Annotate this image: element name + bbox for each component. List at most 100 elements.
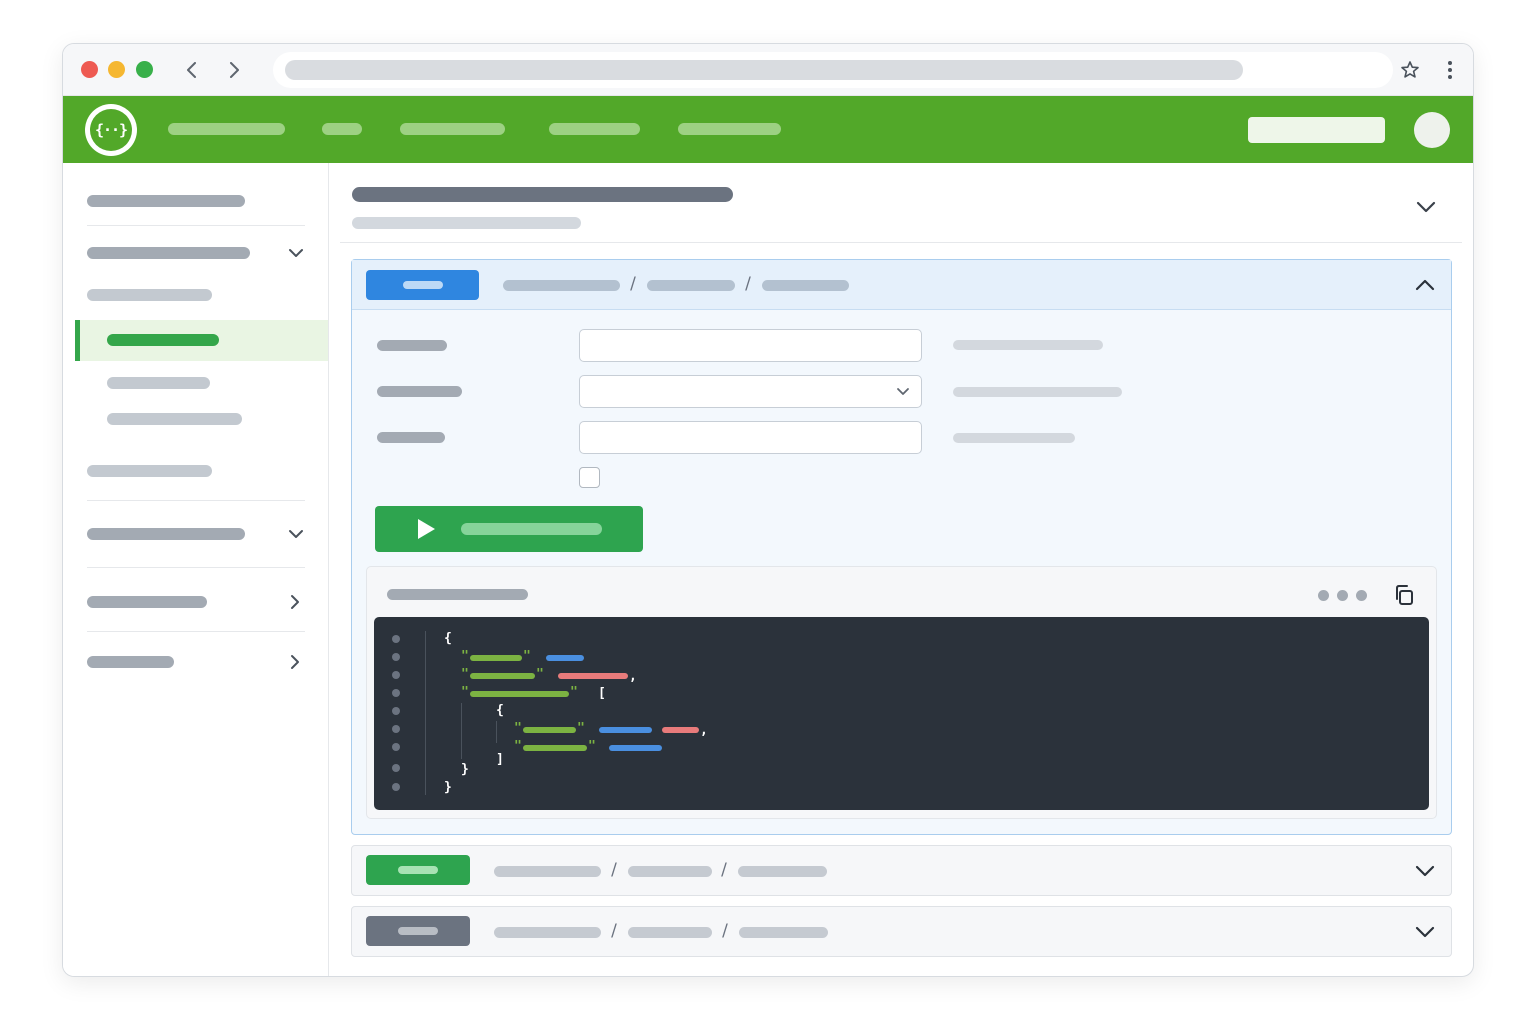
chevron-down-icon bbox=[1413, 859, 1437, 883]
close-window-button[interactable] bbox=[81, 61, 98, 78]
bookmark-button[interactable] bbox=[1397, 57, 1423, 83]
copy-button[interactable] bbox=[1392, 583, 1416, 607]
code-key bbox=[523, 745, 587, 751]
operation-header[interactable]: / / bbox=[352, 260, 1451, 310]
chevron-down-icon bbox=[287, 525, 305, 543]
path-separator: / bbox=[745, 274, 751, 294]
page-title bbox=[352, 187, 733, 202]
param-text-input[interactable] bbox=[579, 421, 922, 454]
code-value bbox=[558, 673, 628, 679]
code-quote: " bbox=[461, 649, 469, 664]
sidebar-divider bbox=[87, 225, 305, 226]
status-dot bbox=[1337, 590, 1348, 601]
nav-link-1[interactable] bbox=[168, 123, 285, 135]
sidebar-group-3[interactable] bbox=[63, 588, 328, 616]
browser-menu-button[interactable] bbox=[1437, 57, 1463, 83]
play-icon bbox=[418, 519, 435, 539]
path-segment bbox=[738, 866, 827, 877]
code-brace: { bbox=[444, 631, 452, 646]
indent-guide bbox=[425, 631, 426, 795]
code-key bbox=[470, 673, 535, 679]
chevron-right-icon bbox=[286, 593, 304, 611]
param-checkbox[interactable] bbox=[579, 467, 600, 488]
minimize-window-button[interactable] bbox=[108, 61, 125, 78]
code-key bbox=[470, 655, 522, 661]
copy-icon bbox=[1396, 585, 1413, 605]
zoom-window-button[interactable] bbox=[136, 61, 153, 78]
sidebar-item-label bbox=[107, 413, 242, 425]
code-quote: " bbox=[577, 721, 585, 736]
page-subtitle bbox=[352, 217, 581, 229]
method-label bbox=[398, 866, 438, 874]
nav-link-4[interactable] bbox=[549, 123, 640, 135]
forward-button[interactable] bbox=[221, 57, 247, 83]
sidebar-subitem-4[interactable] bbox=[63, 405, 328, 433]
sidebar bbox=[63, 163, 329, 976]
method-label bbox=[402, 281, 443, 289]
line-marker bbox=[392, 653, 400, 661]
operation-collapsed-3[interactable]: / / bbox=[351, 906, 1452, 957]
code-brace: { bbox=[496, 703, 504, 718]
nav-link-5[interactable] bbox=[678, 123, 781, 135]
code-comma: , bbox=[629, 669, 637, 684]
chevron-down-icon bbox=[1413, 920, 1437, 944]
braces-logo-icon: {··} bbox=[90, 109, 132, 151]
sidebar-group-2[interactable] bbox=[63, 520, 328, 548]
param-text-input[interactable] bbox=[579, 329, 922, 362]
divider bbox=[340, 242, 1462, 243]
code-quote: " bbox=[461, 667, 469, 682]
avatar[interactable] bbox=[1414, 112, 1450, 148]
code-quote: " bbox=[570, 685, 578, 700]
nav-link-2[interactable] bbox=[322, 123, 362, 135]
method-label bbox=[398, 927, 438, 935]
line-marker bbox=[392, 635, 400, 643]
sidebar-group-4[interactable] bbox=[63, 648, 328, 676]
kebab-icon bbox=[1448, 61, 1452, 79]
execute-button-label bbox=[461, 523, 602, 535]
code-comma: , bbox=[700, 723, 708, 738]
section-toggle[interactable] bbox=[1414, 195, 1438, 219]
sidebar-subitem-5[interactable] bbox=[63, 457, 328, 485]
code-brace: } bbox=[461, 762, 469, 777]
app-logo[interactable]: {··} bbox=[85, 104, 137, 156]
param-label bbox=[377, 432, 445, 443]
method-badge bbox=[366, 270, 479, 300]
line-marker bbox=[392, 743, 400, 751]
param-description bbox=[953, 387, 1122, 397]
code-value bbox=[546, 655, 584, 661]
sidebar-group-label bbox=[87, 247, 250, 259]
response-title bbox=[387, 589, 528, 600]
path-segment bbox=[762, 280, 849, 291]
path-segment bbox=[503, 280, 620, 291]
sidebar-subitem-active[interactable] bbox=[75, 320, 328, 361]
param-select[interactable] bbox=[579, 375, 922, 408]
sidebar-group-1[interactable] bbox=[63, 239, 328, 267]
execute-button[interactable] bbox=[375, 506, 643, 552]
code-value bbox=[599, 727, 652, 733]
code-quote: " bbox=[588, 739, 596, 754]
sidebar-subitem-3[interactable] bbox=[63, 369, 328, 397]
sidebar-divider bbox=[87, 567, 305, 568]
code-brace: } bbox=[444, 780, 452, 795]
chevron-down-icon bbox=[1416, 201, 1436, 213]
code-bracket: [ bbox=[598, 686, 606, 701]
sidebar-divider bbox=[87, 500, 305, 501]
address-bar[interactable] bbox=[273, 52, 1393, 88]
code-quote: " bbox=[461, 685, 469, 700]
param-label bbox=[377, 386, 462, 397]
sidebar-subitem-1[interactable] bbox=[63, 281, 328, 309]
line-marker bbox=[392, 725, 400, 733]
param-description bbox=[953, 433, 1075, 443]
sidebar-group-label bbox=[87, 596, 207, 608]
operation-collapsed-2[interactable]: / / bbox=[351, 845, 1452, 896]
back-button[interactable] bbox=[179, 57, 205, 83]
sidebar-item-1[interactable] bbox=[63, 187, 328, 215]
path-separator: / bbox=[722, 921, 728, 941]
path-segment bbox=[494, 927, 601, 938]
nav-link-3[interactable] bbox=[400, 123, 505, 135]
status-dot bbox=[1356, 590, 1367, 601]
header-action-button[interactable] bbox=[1248, 117, 1385, 143]
method-badge bbox=[366, 855, 470, 885]
sidebar-item-label bbox=[87, 195, 245, 207]
param-description bbox=[953, 340, 1103, 350]
